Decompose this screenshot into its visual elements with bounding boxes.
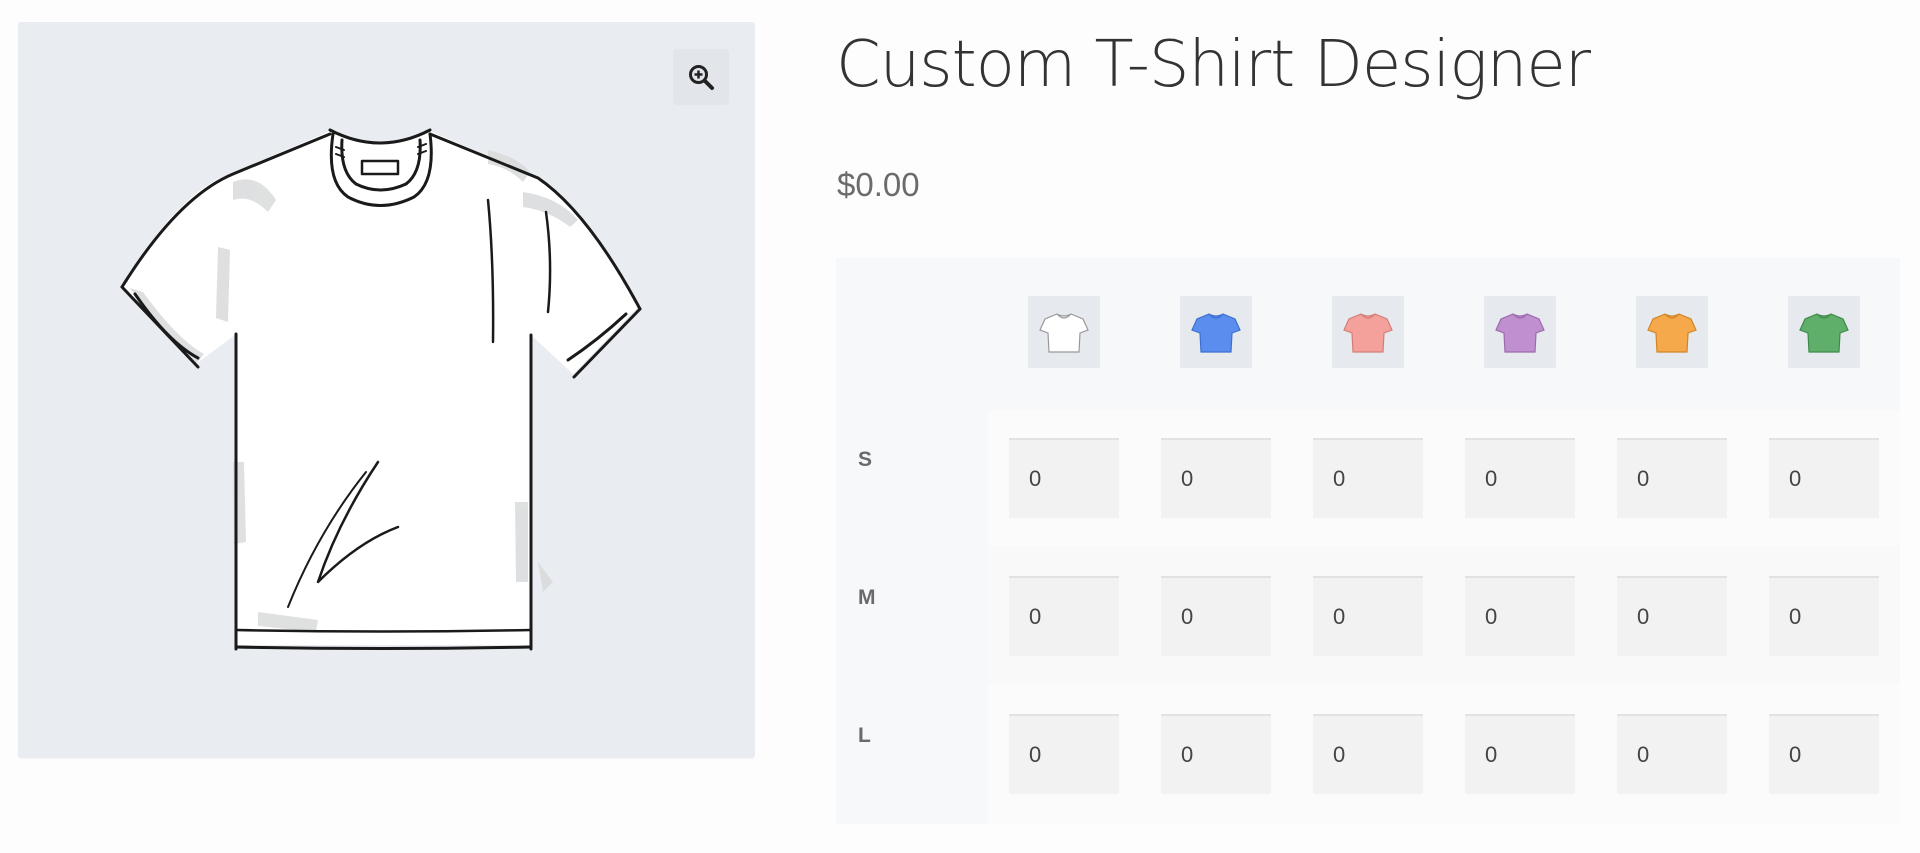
quantity-input-l-blue[interactable] [1161,714,1271,794]
quantity-input-m-green[interactable] [1769,576,1879,656]
t-shirt-green-icon [1799,313,1849,353]
variation-grid: S M L [836,258,1900,824]
color-swatch-green[interactable] [1788,296,1860,368]
quantity-input-l-pink[interactable] [1313,714,1423,794]
zoom-in-icon [689,65,714,90]
t-shirt-blue-icon [1191,313,1241,353]
quantity-input-l-green[interactable] [1769,714,1879,794]
t-shirt-orange-icon [1647,313,1697,353]
size-label-l: L [858,724,871,747]
row-band [988,546,1900,684]
product-title: Custom T-Shirt Designer [836,28,1591,102]
quantity-input-l-orange[interactable] [1617,714,1727,794]
quantity-input-m-pink[interactable] [1313,576,1423,656]
t-shirt-purple-icon [1495,313,1545,353]
product-price: $0.00 [837,166,920,203]
size-label-m: M [858,586,876,609]
size-label-s: S [858,448,873,471]
quantity-input-s-white[interactable] [1009,438,1119,518]
color-swatch-orange[interactable] [1636,296,1708,368]
t-shirt-pink-icon [1343,313,1393,353]
quantity-input-l-white[interactable] [1009,714,1119,794]
t-shirt-white-icon [1039,313,1089,353]
zoom-button[interactable] [673,49,729,105]
quantity-input-s-blue[interactable] [1161,438,1271,518]
quantity-input-s-orange[interactable] [1617,438,1727,518]
quantity-input-m-white[interactable] [1009,576,1119,656]
quantity-input-m-purple[interactable] [1465,576,1575,656]
product-gallery [18,22,755,758]
color-swatch-purple[interactable] [1484,296,1556,368]
t-shirt-image [120,128,642,651]
quantity-input-s-green[interactable] [1769,438,1879,518]
quantity-input-s-purple[interactable] [1465,438,1575,518]
quantity-input-m-orange[interactable] [1617,576,1727,656]
color-swatch-blue[interactable] [1180,296,1252,368]
color-swatch-pink[interactable] [1332,296,1404,368]
quantity-input-l-purple[interactable] [1465,714,1575,794]
quantity-input-s-pink[interactable] [1313,438,1423,518]
quantity-input-m-blue[interactable] [1161,576,1271,656]
color-swatch-white[interactable] [1028,296,1100,368]
product-page: Custom T-Shirt Designer $0.00 S M L 0 0 … [0,0,1920,853]
